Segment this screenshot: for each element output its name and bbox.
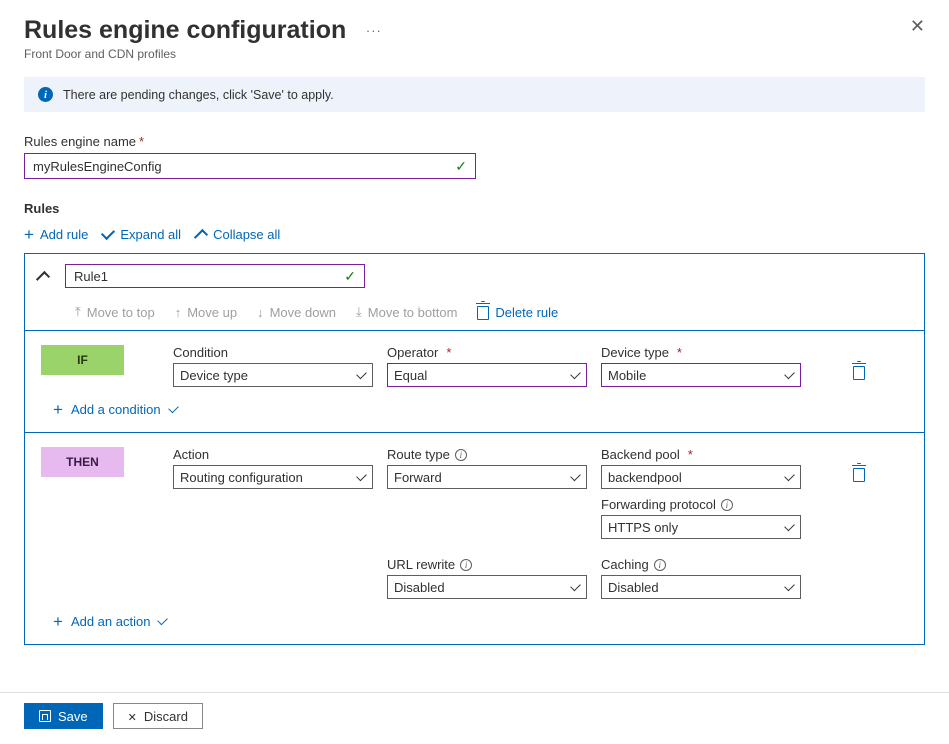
delete-rule-button[interactable]: Delete rule [477, 305, 558, 320]
check-icon: ✓ [344, 268, 356, 285]
rule-name-input[interactable]: Rule1 ✓ [65, 264, 365, 288]
arrow-to-bottom-icon [356, 304, 362, 320]
chevron-down-icon [784, 520, 795, 531]
save-icon [39, 710, 51, 722]
device-type-label: Device type* [601, 345, 801, 360]
chevron-down-icon [356, 470, 367, 481]
chevron-down-icon [101, 225, 115, 239]
rules-engine-name-label: Rules engine name* [24, 134, 925, 149]
url-rewrite-select[interactable]: Disabled [387, 575, 587, 599]
collapse-all-button[interactable]: Collapse all [195, 227, 280, 242]
chevron-down-icon [356, 368, 367, 379]
rule-collapse-toggle[interactable] [37, 271, 49, 282]
condition-select[interactable]: Device type [173, 363, 373, 387]
url-rewrite-label: URL rewritei [387, 557, 587, 572]
delete-action-button[interactable] [853, 467, 865, 485]
info-icon: i [38, 87, 53, 102]
trash-icon [853, 468, 865, 482]
chevron-down-icon [570, 368, 581, 379]
device-type-select[interactable]: Mobile [601, 363, 801, 387]
close-icon [128, 709, 137, 724]
plus-icon: + [53, 401, 63, 418]
operator-label: Operator* [387, 345, 587, 360]
close-button[interactable]: ✕ [910, 16, 925, 37]
forwarding-protocol-label: Forwarding protocoli [601, 497, 801, 512]
caching-label: Cachingi [601, 557, 801, 572]
more-actions-button[interactable]: ··· [366, 23, 382, 38]
arrow-up-icon [175, 305, 182, 320]
trash-icon [477, 306, 489, 320]
chevron-down-icon [784, 580, 795, 591]
chevron-down-icon [784, 368, 795, 379]
caching-select[interactable]: Disabled [601, 575, 801, 599]
if-pill: IF [41, 345, 124, 375]
expand-all-button[interactable]: Expand all [102, 227, 181, 242]
add-rule-button[interactable]: + Add rule [24, 226, 88, 243]
forwarding-protocol-select[interactable]: HTTPS only [601, 515, 801, 539]
move-to-top-button: Move to top [75, 304, 155, 320]
chevron-down-icon [784, 470, 795, 481]
info-icon[interactable]: i [721, 499, 733, 511]
route-type-select[interactable]: Forward [387, 465, 587, 489]
move-down-button: Move down [257, 305, 336, 320]
trash-icon [853, 366, 865, 380]
chevron-down-icon [570, 470, 581, 481]
delete-condition-button[interactable] [853, 365, 865, 383]
arrow-down-icon [257, 305, 264, 320]
info-icon[interactable]: i [654, 559, 666, 571]
move-to-bottom-button: Move to bottom [356, 304, 457, 320]
check-icon: ✓ [455, 158, 467, 175]
page-title: Rules engine configuration [24, 16, 346, 45]
chevron-down-icon [158, 615, 169, 626]
chevron-up-icon [194, 229, 208, 243]
save-button[interactable]: Save [24, 703, 103, 729]
arrow-to-top-icon [75, 304, 81, 320]
condition-label: Condition [173, 345, 373, 360]
rule-container: Rule1 ✓ Move to top Move up Move down Mo… [24, 253, 925, 645]
action-label: Action [173, 447, 373, 462]
add-action-button[interactable]: + Add an action [53, 613, 908, 630]
info-icon[interactable]: i [460, 559, 472, 571]
plus-icon: + [53, 613, 63, 630]
then-pill: THEN [41, 447, 124, 477]
backend-pool-label: Backend pool* [601, 447, 801, 462]
info-icon[interactable]: i [455, 449, 467, 461]
chevron-up-icon [36, 270, 50, 284]
action-select[interactable]: Routing configuration [173, 465, 373, 489]
backend-pool-select[interactable]: backendpool [601, 465, 801, 489]
operator-select[interactable]: Equal [387, 363, 587, 387]
route-type-label: Route typei [387, 447, 587, 462]
page-subtitle: Front Door and CDN profiles [24, 47, 382, 61]
pending-changes-banner: i There are pending changes, click 'Save… [24, 77, 925, 112]
discard-button[interactable]: Discard [113, 703, 203, 729]
move-up-button: Move up [175, 305, 237, 320]
plus-icon: + [24, 226, 34, 243]
chevron-down-icon [570, 580, 581, 591]
add-condition-button[interactable]: + Add a condition [53, 401, 908, 418]
banner-text: There are pending changes, click 'Save' … [63, 88, 334, 102]
rules-heading: Rules [24, 201, 925, 216]
chevron-down-icon [168, 403, 179, 414]
rules-engine-name-input[interactable]: myRulesEngineConfig ✓ [24, 153, 476, 179]
